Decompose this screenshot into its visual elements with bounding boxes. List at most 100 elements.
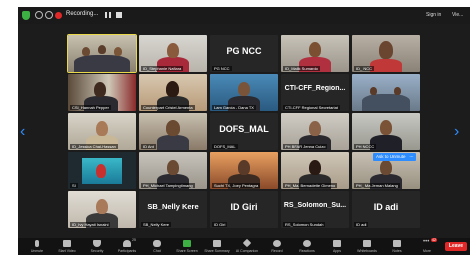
next-page-arrow-icon[interactable]: › [454, 124, 459, 140]
participant-name: PH_ Ma Jeman Malang [354, 183, 400, 188]
participants-icon [123, 240, 131, 247]
participant-tile[interactable]: DOFS_MAL DOFS_MAL [210, 113, 278, 150]
participant-display-name: ID Giri [230, 202, 258, 212]
previous-page-arrow-icon[interactable]: ‹ [20, 124, 25, 140]
sign-in-link[interactable]: Sign in [426, 12, 441, 18]
chat-button[interactable]: Chat [142, 239, 172, 254]
participant-tile[interactable]: Suchi TX, Joey Pentagra [210, 152, 278, 189]
participant-name: PH_Ma. Bernadette Gimeno [283, 183, 338, 188]
participant-display-name: PG NCC [226, 46, 262, 56]
participant-name: ID Giri [212, 222, 228, 227]
participant-name: ID Ant [141, 144, 156, 149]
security-button[interactable]: Security [82, 239, 112, 254]
participant-name: Counterpart Cristel Armenta [141, 105, 195, 110]
whiteboards-button[interactable]: Whiteboards [352, 239, 382, 254]
participant-name: SB_Nelly Kere [141, 222, 172, 227]
participant-tile[interactable]: ID adi ID adi [352, 191, 420, 228]
participant-tile[interactable]: Counterpart Cristel Armenta [139, 74, 207, 111]
share-screen-icon [183, 240, 191, 247]
participant-name: Lam Garcia - Dana TX [212, 105, 256, 110]
participant-tile[interactable]: CSI_Hannah Pepper [68, 74, 136, 111]
top-bar: Recording... Sign in Vie... [18, 7, 470, 24]
start-video-button[interactable]: Start Video [52, 239, 82, 254]
ai-sparkle-icon [242, 238, 252, 248]
leave-button[interactable]: Leave [445, 242, 467, 251]
participant-name: Suchi TX, Joey Pentagra [212, 183, 261, 188]
participant-tile[interactable]: RS_Solomon_Su... RS_Solomon Sundah [281, 191, 349, 228]
participant-tile[interactable]: PG NCC PG NCC [210, 35, 278, 72]
participant-tile[interactable] [67, 34, 137, 73]
participant-name: PH_Michael Tampingtimang [141, 183, 195, 188]
participant-display-name: SB_Nelly Kere [147, 202, 199, 211]
chat-bubble-icon [153, 240, 161, 247]
participant-name: ID_Stephanie Nafiara [141, 66, 184, 71]
tile-more-options-button[interactable]: ... [407, 153, 416, 161]
participant-tile[interactable]: ID_Ivy Hayati Isnaini [68, 191, 136, 228]
participant-display-name: ID adi [373, 202, 399, 212]
participant-display-name: RS_Solomon_Su... [283, 202, 347, 209]
participant-name: PG NCC [212, 66, 232, 71]
participant-tile[interactable]: PH_Ma. Bernadette Gimeno [281, 152, 349, 189]
participant-tile[interactable]: ID Giri ID Giri [210, 191, 278, 228]
shield-icon [93, 240, 101, 247]
stop-recording-button[interactable] [116, 12, 122, 18]
participant-name: DOFS_MAL [212, 144, 238, 149]
view-button[interactable]: Vie... [452, 12, 463, 18]
meeting-info-icon[interactable] [35, 11, 43, 19]
participant-tile[interactable]: ID Ant [139, 113, 207, 150]
participant-name: ID_ NCC [354, 66, 375, 71]
apps-grid-icon [333, 240, 341, 247]
more-dots-icon: ••• [423, 239, 430, 245]
record-icon [273, 240, 281, 247]
participant-tile[interactable]: PH BFAR Jenna Cuizo [281, 113, 349, 150]
video-off-icon [63, 240, 71, 247]
connection-icon[interactable] [45, 11, 53, 19]
participant-tile[interactable]: ID_Stephanie Nafiara [139, 35, 207, 72]
share-screen-button[interactable]: Share Screen [172, 239, 202, 254]
participant-display-name: CTI-CFF_Region... [284, 85, 346, 92]
ai-companion-button[interactable]: AI Companion [232, 238, 262, 254]
ask-to-unmute-button[interactable]: Ask to Unmute [373, 153, 409, 161]
participant-name: CTI-CFF Regional Secretariat [283, 105, 340, 110]
participant-name: ID_Malik Sumardo [283, 66, 320, 71]
participant-tile[interactable]: PH_Michael Tampingtimang [139, 152, 207, 189]
microphone-muted-icon [35, 240, 39, 247]
participant-tile[interactable]: ID_Malik Sumardo [281, 35, 349, 72]
participant-name: PH BFAR Jenna Cuizo [283, 144, 328, 149]
recording-dot-icon [55, 12, 62, 19]
participant-tile[interactable]: SB_Nelly Kere SB_Nelly Kere [139, 191, 207, 228]
participant-name: SI [70, 183, 78, 188]
participant-display-name: DOFS_MAL [219, 124, 269, 134]
notes-icon [393, 240, 401, 247]
pause-recording-button[interactable] [104, 11, 112, 19]
notes-button[interactable]: Notes [382, 239, 412, 254]
encryption-shield-icon[interactable] [22, 11, 30, 20]
participant-tile[interactable]: CTI-CFF_Region... CTI-CFF Regional Secre… [281, 74, 349, 111]
participant-name: PH NCCC [354, 144, 377, 149]
participant-tile[interactable]: PH NCCC [352, 113, 420, 150]
smiley-icon [303, 240, 311, 247]
zoom-meeting-window: Recording... Sign in Vie... ‹ › ID_Steph… [18, 7, 470, 255]
participants-button[interactable]: 25 Participants [112, 238, 142, 254]
participant-name: RS_Solomon Sundah [283, 222, 326, 227]
recording-label: Recording... [66, 11, 99, 17]
participant-tile[interactable]: SI [68, 152, 136, 189]
more-badge: 42 [431, 238, 437, 242]
more-button[interactable]: ••• 42 More [412, 238, 442, 254]
gallery-view: ID_Stephanie Nafiara PG NCC PG NCC ID_Ma… [67, 34, 420, 231]
participant-tile[interactable]: ID_ NCC [352, 35, 420, 72]
participant-name: ID adi [354, 222, 369, 227]
participant-tile[interactable]: ID_Jessica Chai-Hassan [68, 113, 136, 150]
record-button[interactable]: Record [262, 239, 292, 254]
reactions-button[interactable]: Reactions [292, 239, 322, 254]
whiteboard-icon [363, 240, 371, 247]
participant-name: ID_Jessica Chai-Hassan [70, 144, 118, 149]
participant-name: ID_Ivy Hayati Isnaini [70, 222, 111, 227]
unmute-button[interactable]: Unmute [22, 239, 52, 254]
apps-button[interactable]: Apps [322, 239, 352, 254]
participant-tile[interactable]: Lam Garcia - Dana TX [210, 74, 278, 111]
participant-name: CSI_Hannah Pepper [70, 105, 111, 110]
participant-tile[interactable] [352, 74, 420, 111]
meeting-toolbar: Unmute Start Video Security 25 Participa… [18, 238, 470, 255]
share-summary-button[interactable]: Share Summary [202, 239, 232, 254]
